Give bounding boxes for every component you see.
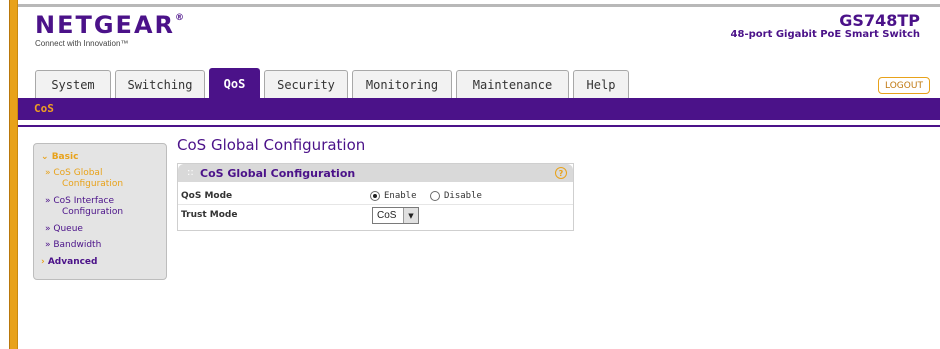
qos-mode-disable-label: Disable <box>444 191 482 201</box>
tab-switching[interactable]: Switching <box>115 70 205 98</box>
left-rail <box>9 0 18 349</box>
sidebar-item-bandwidth[interactable]: » Bandwidth <box>45 240 101 251</box>
tab-maintenance[interactable]: Maintenance <box>456 70 569 98</box>
sidebar-item-label: Configuration <box>62 207 124 217</box>
subnav-item-cos[interactable]: CoS <box>34 102 54 115</box>
chevron-right-icon: › <box>41 257 48 267</box>
row-divider <box>178 204 573 205</box>
sidebar-item-label: » CoS Global <box>45 168 103 178</box>
trust-mode-label: Trust Mode <box>181 210 238 220</box>
panel-header: :: CoS Global Configuration ? <box>178 164 573 182</box>
panel-grip-icon: :: <box>187 167 194 178</box>
tagline: Connect with Innovation™ <box>35 39 129 48</box>
trust-mode-select[interactable]: CoS ▼ <box>372 207 419 224</box>
page-title: CoS Global Configuration <box>177 136 366 154</box>
help-icon[interactable]: ? <box>555 167 567 179</box>
model-name: GS748TP <box>839 11 920 30</box>
sidebar-item-cos-global-configuration[interactable]: » CoS Global Configuration <box>45 168 123 190</box>
subnav-bottom-line <box>18 125 940 127</box>
chevron-down-icon: ⌄ <box>41 152 52 162</box>
cos-global-configuration-panel: :: CoS Global Configuration ? QoS Mode E… <box>177 163 574 231</box>
qos-mode-label: QoS Mode <box>181 191 233 201</box>
netgear-logo: NETGEAR® <box>35 11 186 39</box>
main-tabs: System Switching QoS Security Monitoring… <box>35 66 633 98</box>
tab-security[interactable]: Security <box>264 70 348 98</box>
panel-title: CoS Global Configuration <box>200 167 356 180</box>
sidebar-item-queue[interactable]: » Queue <box>45 224 83 235</box>
qos-mode-disable-radio[interactable] <box>430 191 440 201</box>
tab-monitoring[interactable]: Monitoring <box>352 70 452 98</box>
sidebar-item-cos-interface-configuration[interactable]: » CoS Interface Configuration <box>45 196 123 218</box>
chevron-down-icon[interactable]: ▼ <box>403 208 418 223</box>
sidebar-item-label: Configuration <box>62 179 124 189</box>
tab-system[interactable]: System <box>35 70 111 98</box>
sidebar-advanced-header[interactable]: › Advanced <box>41 257 97 268</box>
sub-navigation-bar: CoS <box>18 98 940 120</box>
logout-button[interactable]: LOGOUT <box>878 77 930 94</box>
sidebar-item-label: » CoS Interface <box>45 196 115 206</box>
model-description: 48-port Gigabit PoE Smart Switch <box>730 29 920 40</box>
sidebar-basic-header[interactable]: ⌄ Basic <box>41 152 78 163</box>
qos-mode-enable-radio[interactable] <box>370 191 380 201</box>
tab-help[interactable]: Help <box>573 70 629 98</box>
netgear-admin-page: NETGEAR® Connect with Innovation™ GS748T… <box>0 0 940 349</box>
qos-mode-enable-label: Enable <box>384 191 417 201</box>
header: NETGEAR® Connect with Innovation™ GS748T… <box>18 7 940 98</box>
tab-qos[interactable]: QoS <box>209 68 260 98</box>
sidebar: ⌄ Basic » CoS Global Configuration » CoS… <box>33 143 167 280</box>
trust-mode-value: CoS <box>377 210 397 221</box>
